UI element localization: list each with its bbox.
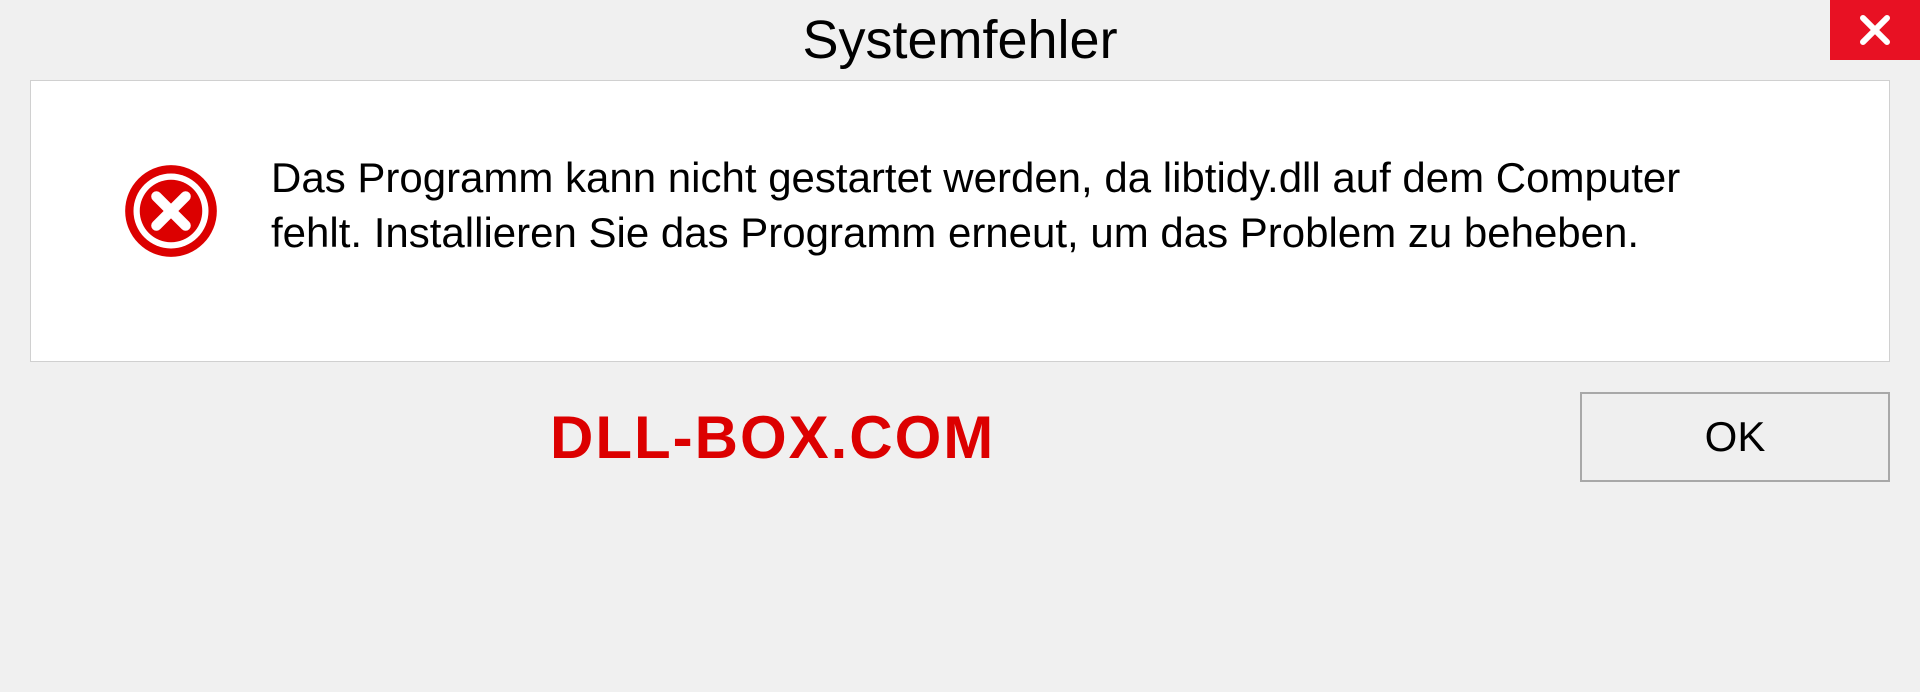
close-button[interactable] xyxy=(1830,0,1920,60)
error-dialog: Systemfehler Das Programm kann nicht ges… xyxy=(0,0,1920,692)
dialog-footer: DLL-BOX.COM OK xyxy=(0,362,1920,512)
content-panel: Das Programm kann nicht gestartet werden… xyxy=(30,80,1890,362)
dialog-title: Systemfehler xyxy=(802,9,1117,71)
error-icon xyxy=(121,161,221,261)
title-bar: Systemfehler xyxy=(0,0,1920,80)
error-message: Das Programm kann nicht gestartet werden… xyxy=(271,151,1839,260)
ok-button[interactable]: OK xyxy=(1580,392,1890,482)
error-icon-wrapper xyxy=(121,161,221,261)
watermark-text: DLL-BOX.COM xyxy=(550,403,995,472)
close-icon xyxy=(1857,12,1893,48)
